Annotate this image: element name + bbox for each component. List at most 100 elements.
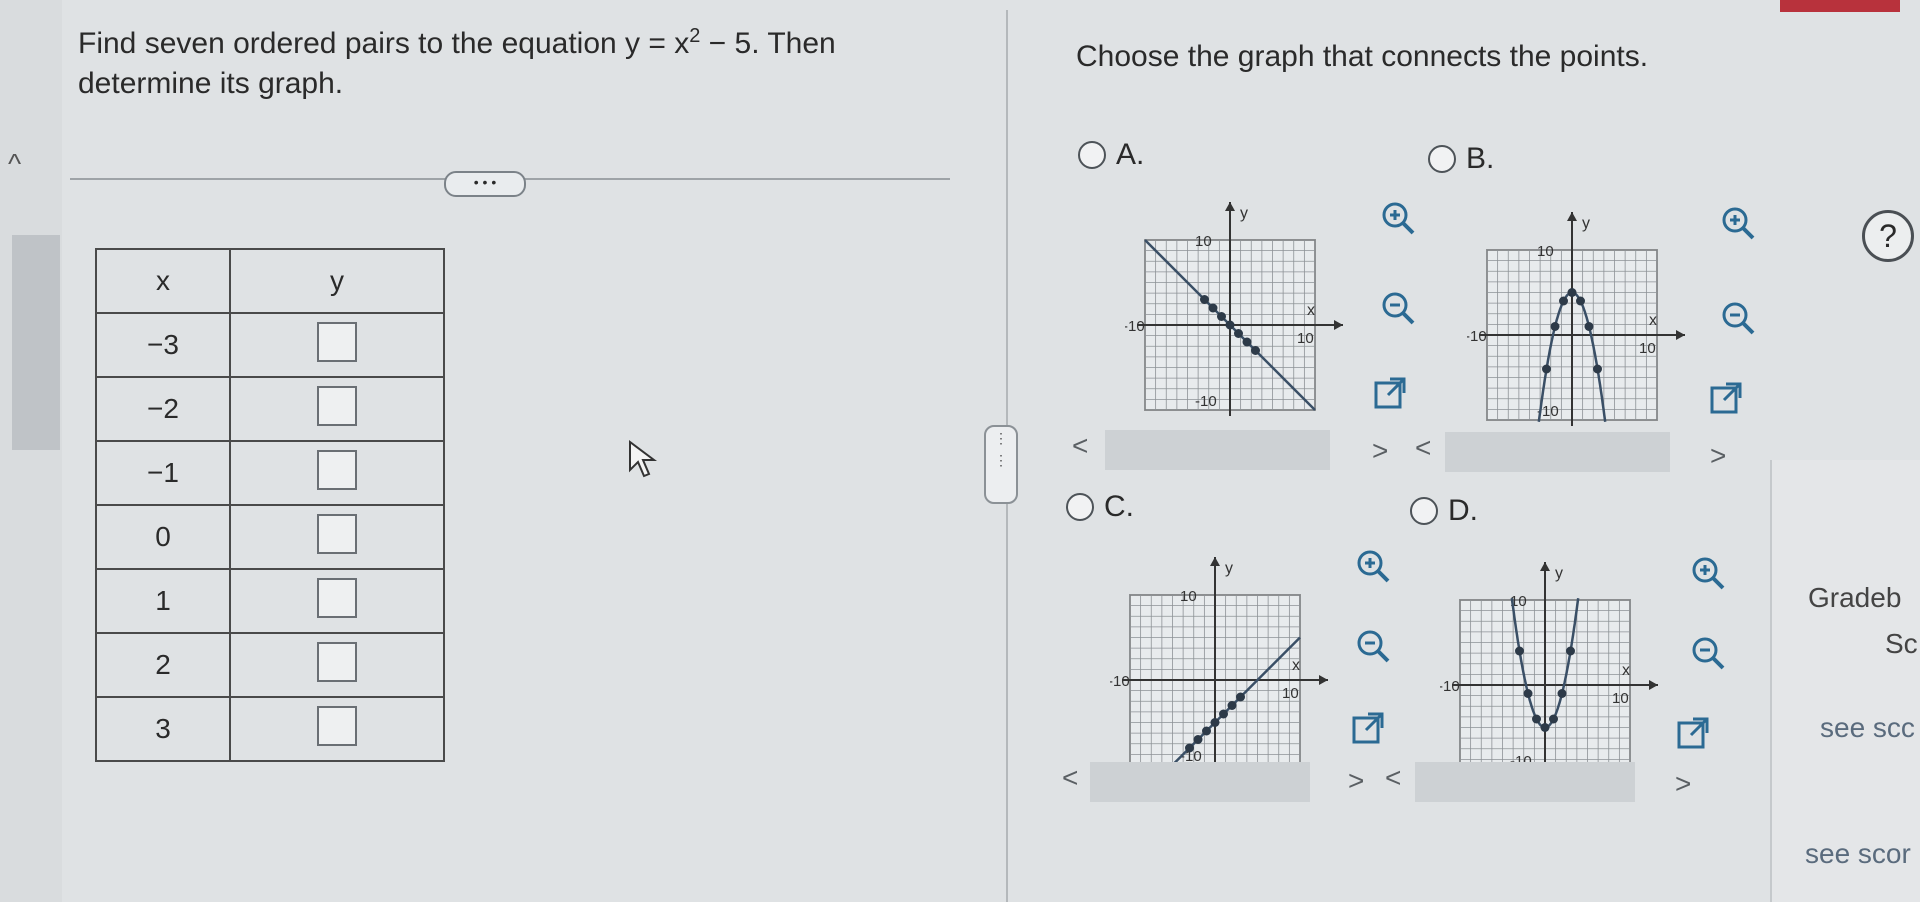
- score-label: Sc: [1885, 628, 1918, 659]
- left-panel-strip: [0, 0, 62, 902]
- table-row: −1: [95, 440, 445, 506]
- left-scroll-thumb[interactable]: [12, 235, 60, 450]
- x-cell: −1: [95, 440, 231, 506]
- scroll-left-arrow[interactable]: <: [1415, 432, 1431, 464]
- scroll-right-arrow[interactable]: >: [1675, 768, 1691, 800]
- tick-label: 10: [1537, 243, 1554, 260]
- see-score-link-2[interactable]: see scor: [1805, 838, 1911, 870]
- x-axis-arrow: [1676, 330, 1685, 340]
- graph-point: [1542, 364, 1551, 374]
- scroll-right-arrow[interactable]: >: [1710, 440, 1726, 472]
- collapse-chevron-icon[interactable]: ^: [8, 148, 21, 180]
- graph-scrollbar-c[interactable]: [1090, 762, 1310, 802]
- y-axis-arrow: [1225, 202, 1235, 211]
- y-answer-input[interactable]: [317, 385, 357, 426]
- option-c[interactable]: C.: [1066, 490, 1134, 524]
- graph-point: [1549, 714, 1558, 724]
- ordered-pairs-table: x y −3 −2 −1 0 1 2 3: [95, 248, 445, 762]
- graph-point: [1185, 743, 1194, 753]
- graph-point: [1523, 689, 1533, 698]
- tick-label: -10: [1467, 328, 1487, 345]
- radio-c[interactable]: [1066, 493, 1094, 521]
- graph-point: [1251, 346, 1260, 355]
- scroll-left-arrow[interactable]: <: [1385, 762, 1401, 794]
- tick-label: 10: [1195, 233, 1212, 250]
- popout-icon[interactable]: [1708, 380, 1744, 416]
- gradebook-link[interactable]: Gradeb: [1808, 582, 1901, 614]
- question-text: Find seven ordered pairs to the equation…: [78, 25, 836, 100]
- graph-point: [1200, 295, 1209, 304]
- expand-dots-button[interactable]: • • •: [444, 171, 526, 197]
- y-axis-arrow: [1210, 557, 1220, 566]
- x-axis-label: x: [1649, 312, 1657, 329]
- graph-scrollbar-d[interactable]: [1415, 762, 1635, 802]
- top-accent-bar: [1780, 0, 1900, 12]
- zoom-in-icon[interactable]: [1355, 548, 1391, 584]
- zoom-in-icon[interactable]: [1720, 205, 1756, 241]
- y-axis-label: y: [1225, 560, 1233, 577]
- y-answer-input[interactable]: [317, 321, 357, 362]
- y-answer-input[interactable]: [317, 449, 357, 490]
- zoom-in-icon[interactable]: [1380, 200, 1416, 236]
- radio-a[interactable]: [1078, 141, 1106, 169]
- y-answer-input[interactable]: [317, 577, 357, 618]
- option-d[interactable]: D.: [1410, 494, 1478, 528]
- radio-d[interactable]: [1410, 497, 1438, 525]
- scroll-left-arrow[interactable]: <: [1072, 430, 1088, 462]
- x-axis-arrow: [1649, 680, 1658, 690]
- graph-point: [1193, 735, 1203, 744]
- table-row: −3: [95, 312, 445, 378]
- tick-label: -10: [1195, 393, 1217, 410]
- table-row: 2: [95, 632, 445, 698]
- graph-point: [1566, 646, 1575, 656]
- tick-label: -10: [1110, 673, 1130, 690]
- x-cell: −3: [95, 312, 231, 378]
- graph-option-b: yx10-1010-10: [1467, 212, 1685, 426]
- graph-point: [1515, 646, 1524, 656]
- option-a[interactable]: A.: [1078, 138, 1144, 172]
- tick-label: 10: [1282, 685, 1299, 702]
- graph-option-d: yx10-1010-10: [1440, 562, 1658, 776]
- tick-label: 10: [1297, 330, 1314, 347]
- x-cell: 0: [95, 504, 231, 570]
- popout-icon[interactable]: [1372, 375, 1408, 411]
- graph-point: [1202, 726, 1211, 736]
- y-answer-input[interactable]: [317, 513, 357, 554]
- graph-point: [1227, 701, 1237, 710]
- scroll-left-arrow[interactable]: <: [1062, 762, 1078, 794]
- table-row: −2: [95, 376, 445, 442]
- x-cell: 2: [95, 632, 231, 698]
- y-axis-label: y: [1555, 565, 1563, 582]
- graph-point: [1593, 364, 1602, 374]
- graph-scrollbar-b[interactable]: [1445, 432, 1670, 472]
- graph-point: [1236, 692, 1245, 702]
- popout-icon[interactable]: [1675, 715, 1711, 751]
- graph-point: [1532, 714, 1541, 724]
- radio-b[interactable]: [1428, 145, 1456, 173]
- table-row: 1: [95, 568, 445, 634]
- y-header: y: [229, 248, 445, 314]
- zoom-out-icon[interactable]: [1355, 628, 1391, 664]
- option-b[interactable]: B.: [1428, 142, 1494, 176]
- table-row: 0: [95, 504, 445, 570]
- scroll-right-arrow[interactable]: >: [1348, 765, 1364, 797]
- graph-point: [1234, 329, 1243, 338]
- zoom-in-icon[interactable]: [1690, 555, 1726, 591]
- graph-option-a: y x 10 -10 10 -10: [1125, 202, 1343, 416]
- y-answer-input[interactable]: [317, 705, 357, 746]
- exponent: 2: [689, 25, 701, 47]
- zoom-out-icon[interactable]: [1690, 635, 1726, 671]
- y-answer-input[interactable]: [317, 641, 357, 682]
- see-score-link-1[interactable]: see scc: [1820, 712, 1915, 744]
- graph-scrollbar-a[interactable]: [1105, 430, 1330, 470]
- y-axis-arrow: [1567, 212, 1577, 221]
- graph-point: [1557, 689, 1567, 698]
- x-cell: 3: [95, 696, 231, 762]
- y-axis-label: y: [1582, 215, 1590, 232]
- zoom-out-icon[interactable]: [1380, 290, 1416, 326]
- panel-resize-handle[interactable]: ⋮ ⋮: [984, 425, 1018, 504]
- popout-icon[interactable]: [1350, 710, 1386, 746]
- zoom-out-icon[interactable]: [1720, 300, 1756, 336]
- scroll-right-arrow[interactable]: >: [1372, 435, 1388, 467]
- help-button[interactable]: ?: [1862, 210, 1914, 262]
